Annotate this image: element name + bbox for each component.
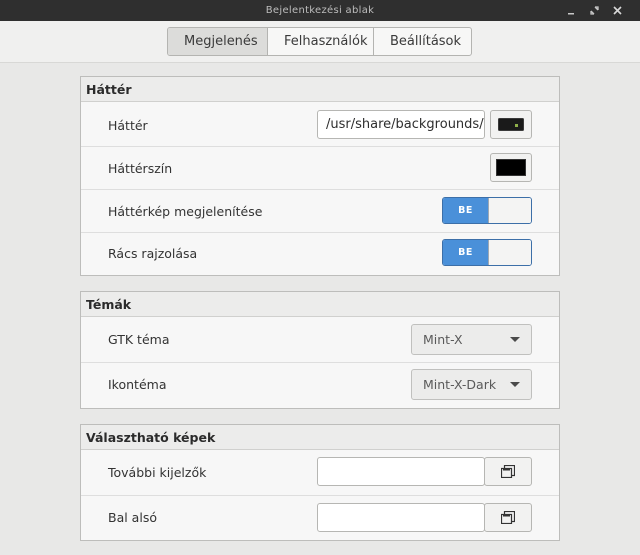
other-monitors-browse-button[interactable] bbox=[484, 457, 532, 486]
gtk-theme-label: GTK téma bbox=[108, 332, 170, 347]
switch-on-label: BE bbox=[443, 240, 488, 265]
window-title: Bejelentkezési ablak bbox=[265, 5, 375, 16]
switch-knob bbox=[488, 240, 531, 265]
bottom-left-row: Bal alsó bbox=[81, 496, 559, 541]
show-image-switch[interactable]: BE bbox=[442, 197, 532, 224]
background-picker-button[interactable] bbox=[490, 110, 532, 139]
other-monitors-field[interactable] bbox=[317, 457, 485, 486]
background-section: Háttér Háttér /usr/share/backgrounds/lin… bbox=[80, 76, 560, 276]
title-bar: Bejelentkezési ablak bbox=[0, 0, 640, 21]
background-color-label: Háttérszín bbox=[108, 161, 173, 176]
close-button[interactable] bbox=[606, 0, 628, 21]
icon-theme-label: Ikontéma bbox=[108, 377, 167, 392]
gtk-theme-dropdown[interactable]: Mint-X bbox=[411, 324, 532, 355]
gtk-theme-row: GTK téma Mint-X bbox=[81, 317, 559, 363]
image-thumbnail-icon bbox=[498, 118, 524, 131]
switch-on-label: BE bbox=[443, 198, 488, 223]
header-bar: Megjelenés Felhasználók Beállítások bbox=[0, 21, 640, 63]
draw-grid-row: Rács rajzolása BE bbox=[81, 233, 559, 275]
optional-images-section: Választható képek További kijelzők Bal a… bbox=[80, 424, 560, 541]
minimize-button[interactable] bbox=[560, 0, 582, 21]
tab-appearance[interactable]: Megjelenés bbox=[168, 28, 268, 55]
tab-users[interactable]: Felhasználók bbox=[268, 28, 374, 55]
bottom-left-field[interactable] bbox=[317, 503, 485, 532]
other-monitors-label: További kijelzők bbox=[108, 465, 207, 480]
other-monitors-row: További kijelzők bbox=[81, 450, 559, 496]
background-color-row: Háttérszín bbox=[81, 147, 559, 190]
section-title: Témák bbox=[81, 292, 559, 317]
section-title: Háttér bbox=[81, 77, 559, 102]
file-browse-icon bbox=[501, 465, 515, 478]
themes-section: Témák GTK téma Mint-X Ikontéma Mint-X-Da… bbox=[80, 291, 560, 409]
chevron-down-icon bbox=[510, 337, 520, 342]
bottom-left-label: Bal alsó bbox=[108, 510, 157, 525]
background-path-field[interactable]: /usr/share/backgrounds/linuxmint/default… bbox=[317, 110, 485, 139]
switch-knob bbox=[488, 198, 531, 223]
background-row: Háttér /usr/share/backgrounds/linuxmint/… bbox=[81, 102, 559, 147]
file-browse-icon bbox=[501, 511, 515, 524]
draw-grid-label: Rács rajzolása bbox=[108, 246, 198, 261]
icon-theme-value: Mint-X-Dark bbox=[423, 377, 497, 392]
color-swatch bbox=[496, 159, 526, 176]
chevron-down-icon bbox=[510, 382, 520, 387]
show-image-label: Háttérkép megjelenítése bbox=[108, 204, 263, 219]
draw-grid-switch[interactable]: BE bbox=[442, 239, 532, 266]
show-image-row: Háttérkép megjelenítése BE bbox=[81, 190, 559, 233]
icon-theme-dropdown[interactable]: Mint-X-Dark bbox=[411, 369, 532, 400]
maximize-button[interactable] bbox=[583, 0, 605, 21]
gtk-theme-value: Mint-X bbox=[423, 332, 463, 347]
stack-switcher: Megjelenés Felhasználók Beállítások bbox=[167, 27, 472, 56]
background-label: Háttér bbox=[108, 118, 148, 133]
close-icon bbox=[612, 6, 622, 15]
tab-settings[interactable]: Beállítások bbox=[374, 28, 471, 55]
background-color-button[interactable] bbox=[490, 153, 532, 182]
icon-theme-row: Ikontéma Mint-X-Dark bbox=[81, 363, 559, 408]
minimize-icon bbox=[568, 12, 574, 14]
bottom-left-browse-button[interactable] bbox=[484, 503, 532, 532]
section-title: Választható képek bbox=[81, 425, 559, 450]
restore-icon bbox=[589, 6, 599, 15]
